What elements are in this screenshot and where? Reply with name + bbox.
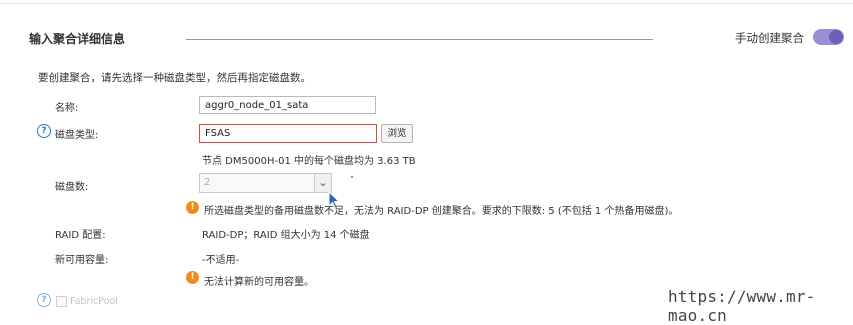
disk-type-note: 节点 DM5000H-01 中的每个磁盘均为 3.63 TB	[202, 156, 416, 167]
browse-button[interactable]: 浏览	[381, 124, 413, 143]
section-divider	[186, 39, 653, 40]
warning-icon: !	[186, 201, 199, 214]
disk-count-value: 2	[204, 177, 211, 188]
intro-text: 要创建聚合，请先选择一种磁盘类型，然后再指定磁盘数。	[38, 72, 311, 84]
name-label: 名称:	[55, 103, 79, 114]
disk-count-warning: 所选磁盘类型的备用磁盘数不足，无法为 RAID-DP 创建聚合。要求的下限数: …	[204, 206, 679, 217]
fabricpool-checkbox[interactable]	[56, 296, 67, 307]
manual-create-toggle[interactable]	[813, 29, 844, 45]
capacity-label: 新可用容量:	[55, 255, 109, 266]
chevron-down-icon[interactable]: ⌄	[314, 174, 331, 192]
toggle-knob	[829, 30, 843, 44]
raid-label: RAID 配置:	[55, 230, 106, 241]
watermark: https://www.mr-mao.cn	[668, 287, 816, 325]
capacity-value: -不适用-	[202, 255, 240, 266]
disk-count-select[interactable]: 2 ⌄	[199, 173, 332, 193]
disk-count-label: 磁盘数:	[55, 182, 89, 193]
help-icon[interactable]: ?	[37, 293, 51, 307]
top-divider	[0, 3, 853, 4]
capacity-warning: 无法计算新的可用容量。	[204, 277, 314, 288]
warning-icon: !	[186, 271, 199, 284]
fabricpool-label: FabricPool	[70, 296, 118, 307]
disk-type-input[interactable]	[199, 124, 377, 143]
disk-type-label: 磁盘类型:	[55, 130, 99, 141]
help-icon[interactable]: ?	[37, 124, 51, 138]
manual-create-label: 手动创建聚合	[735, 31, 804, 45]
stray-dot	[351, 176, 353, 178]
name-input[interactable]	[199, 96, 376, 114]
section-title: 输入聚合详细信息	[29, 32, 126, 46]
raid-value: RAID-DP；RAID 组大小为 14 个磁盘	[202, 230, 370, 241]
